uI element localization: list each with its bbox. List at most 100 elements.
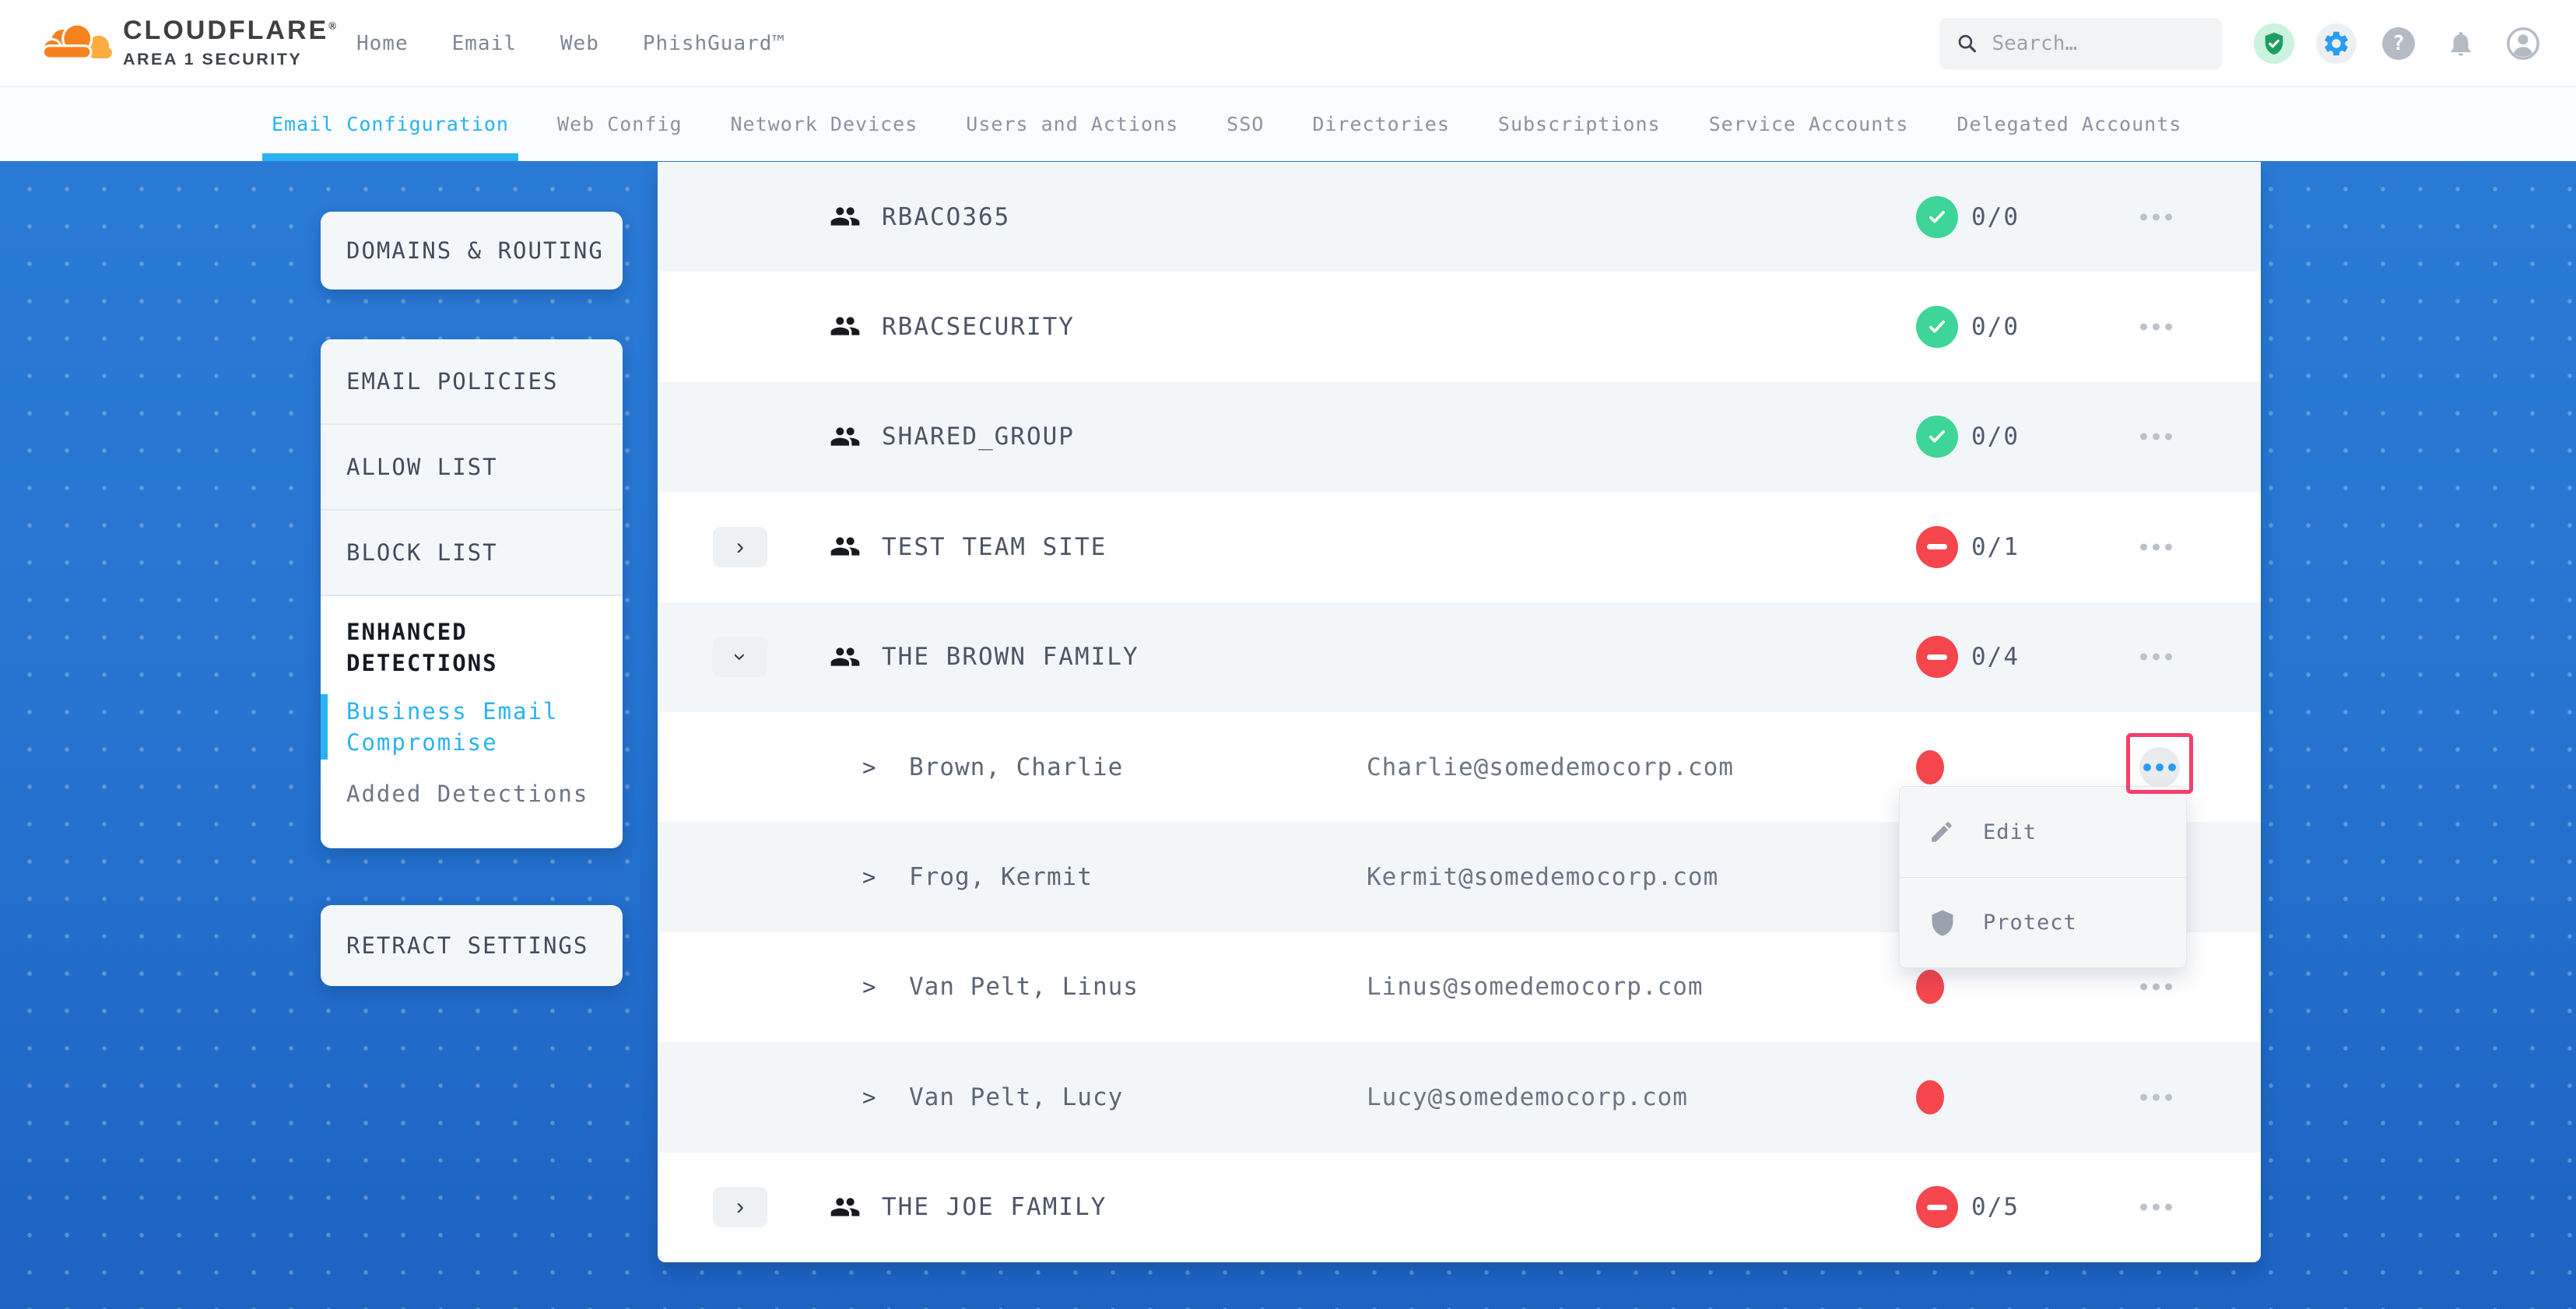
sidebar-item-allow-list[interactable]: ALLOW LIST (321, 425, 623, 511)
tab-delegated-accounts[interactable]: Delegated Accounts (1957, 87, 2181, 161)
tab-service-accounts[interactable]: Service Accounts (1709, 87, 1909, 161)
tab-subscriptions[interactable]: Subscriptions (1498, 87, 1661, 161)
member-name[interactable]: Van Pelt, Lucy (909, 1083, 1123, 1111)
help-button[interactable]: ? (2378, 23, 2419, 64)
status-alert-dot (1916, 1080, 1944, 1114)
notifications-button[interactable] (2441, 23, 2481, 64)
status-ok-badge (1916, 416, 1958, 458)
member-email: Charlie@somedemocorp.com (1367, 753, 1734, 781)
member-caret-icon: > (862, 864, 876, 890)
cloudflare-logo-icon (39, 19, 117, 67)
member-email: Lucy@somedemocorp.com (1367, 1083, 1688, 1111)
nav-home[interactable]: Home (356, 32, 409, 55)
minus-icon (1927, 654, 1947, 660)
protected-count: 0/0 (1971, 313, 2020, 341)
tab-directories[interactable]: Directories (1312, 87, 1450, 161)
nav-web[interactable]: Web (560, 32, 599, 55)
expand-button[interactable]: › (713, 527, 767, 567)
table-row: SHARED_GROUP 0/0 (658, 382, 2261, 492)
sidebar-item-domains-routing[interactable]: DOMAINS & ROUTING (321, 212, 623, 290)
account-button[interactable] (2503, 23, 2543, 64)
table-row: RBACSECURITY 0/0 (658, 272, 2261, 381)
table-row: > Van Pelt, Lucy Lucy@somedemocorp.com (658, 1042, 2261, 1152)
member-name[interactable]: Brown, Charlie (909, 753, 1123, 781)
sidebar-item-block-list[interactable]: BLOCK LIST (321, 511, 623, 596)
brand-wordmark: CLOUDFLARE® (123, 16, 339, 46)
secondary-nav: Email Configuration Web Config Network D… (0, 87, 2576, 161)
chevron-right-icon: › (736, 535, 744, 559)
tab-network-devices[interactable]: Network Devices (731, 87, 918, 161)
table-row: › TEST TEAM SITE 0/1 (658, 492, 2261, 602)
more-options-button[interactable] (2132, 646, 2180, 669)
annotation-highlight-box (2126, 733, 2193, 794)
group-name[interactable]: TEST TEAM SITE (882, 533, 1107, 561)
enhanced-detections-heading: ENHANCED DETECTIONS (346, 616, 599, 679)
search-input[interactable] (1992, 32, 2205, 55)
member-name[interactable]: Frog, Kermit (909, 863, 1093, 891)
protected-count: 0/1 (1971, 533, 2020, 561)
group-people-icon (827, 1191, 863, 1226)
expand-button[interactable]: › (713, 1187, 767, 1227)
primary-nav: Home Email Web PhishGuard™ (356, 0, 785, 87)
member-email: Kermit@somedemocorp.com (1367, 863, 1718, 891)
more-options-button[interactable] (2132, 1086, 2180, 1108)
group-name[interactable]: THE BROWN FAMILY (882, 643, 1139, 671)
more-options-button[interactable] (2132, 976, 2180, 998)
tab-web-config[interactable]: Web Config (557, 87, 683, 161)
app-header: CLOUDFLARE® AREA 1 SECURITY Home Email W… (0, 0, 2576, 87)
nav-email[interactable]: Email (452, 32, 517, 55)
tab-users-and-actions[interactable]: Users and Actions (966, 87, 1178, 161)
nav-phishguard[interactable]: PhishGuard™ (643, 32, 785, 55)
sidebar-item-email-policies[interactable]: EMAIL POLICIES (321, 339, 623, 425)
protection-status-button[interactable] (2254, 23, 2294, 64)
more-options-button[interactable] (2132, 426, 2180, 448)
more-options-button[interactable] (2132, 535, 2180, 558)
table-row: RBACO365 0/0 (658, 162, 2261, 272)
row-context-menu: Edit Protect (1899, 786, 2187, 968)
minus-icon (1927, 1205, 1947, 1210)
group-people-icon (827, 641, 863, 676)
member-caret-icon: > (862, 1084, 876, 1111)
protected-count: 0/5 (1971, 1193, 2020, 1221)
user-avatar-icon (2505, 26, 2541, 61)
search-bar[interactable] (1939, 18, 2222, 69)
more-options-button[interactable] (2132, 316, 2180, 339)
question-mark-icon: ? (2382, 27, 2415, 60)
sidebar-policies-card: EMAIL POLICIES ALLOW LIST BLOCK LIST ENH… (321, 339, 623, 848)
sidebar-item-retract-settings[interactable]: RETRACT SETTINGS (321, 905, 623, 986)
enhanced-detections-section: ENHANCED DETECTIONS Business Email Compr… (321, 596, 623, 848)
group-people-icon (827, 201, 863, 235)
sidebar-item-added-detections[interactable]: Added Detections (346, 778, 599, 809)
sidebar-item-business-email-compromise[interactable]: Business Email Compromise (346, 696, 599, 758)
brand-text: CLOUDFLARE® AREA 1 SECURITY (123, 16, 339, 69)
menu-item-label: Edit (1983, 820, 2037, 844)
group-name[interactable]: RBACO365 (882, 203, 1010, 231)
menu-item-edit[interactable]: Edit (1900, 787, 2186, 877)
shield-check-icon (2261, 30, 2287, 57)
group-name[interactable]: THE JOE FAMILY (882, 1193, 1107, 1221)
header-icon-cluster: ? (2254, 0, 2543, 87)
settings-button[interactable] (2316, 23, 2357, 64)
minus-icon (1927, 544, 1947, 549)
menu-item-protect[interactable]: Protect (1900, 877, 2186, 967)
brand-subtitle: AREA 1 SECURITY (123, 50, 339, 69)
sidebar-item-label: RETRACT SETTINGS (346, 932, 588, 959)
group-name[interactable]: SHARED_GROUP (882, 423, 1075, 451)
tab-sso[interactable]: SSO (1227, 87, 1264, 161)
status-alert-badge (1916, 636, 1958, 678)
member-email: Linus@somedemocorp.com (1367, 973, 1704, 1001)
member-name[interactable]: Van Pelt, Linus (909, 973, 1139, 1001)
more-options-button[interactable] (2132, 1196, 2180, 1219)
group-name[interactable]: RBACSECURITY (882, 313, 1075, 341)
more-options-button[interactable] (2132, 205, 2180, 228)
shield-icon (1928, 909, 1957, 937)
table-row: › THE JOE FAMILY 0/5 (658, 1153, 2261, 1262)
tab-email-configuration[interactable]: Email Configuration (272, 87, 509, 161)
status-ok-badge (1916, 196, 1958, 238)
status-ok-badge (1916, 306, 1958, 348)
member-caret-icon: > (862, 974, 876, 1000)
bell-icon (2446, 29, 2476, 58)
table-row: › THE BROWN FAMILY 0/4 (658, 602, 2261, 712)
pencil-icon (1928, 819, 1957, 845)
collapse-button[interactable]: › (713, 637, 767, 677)
